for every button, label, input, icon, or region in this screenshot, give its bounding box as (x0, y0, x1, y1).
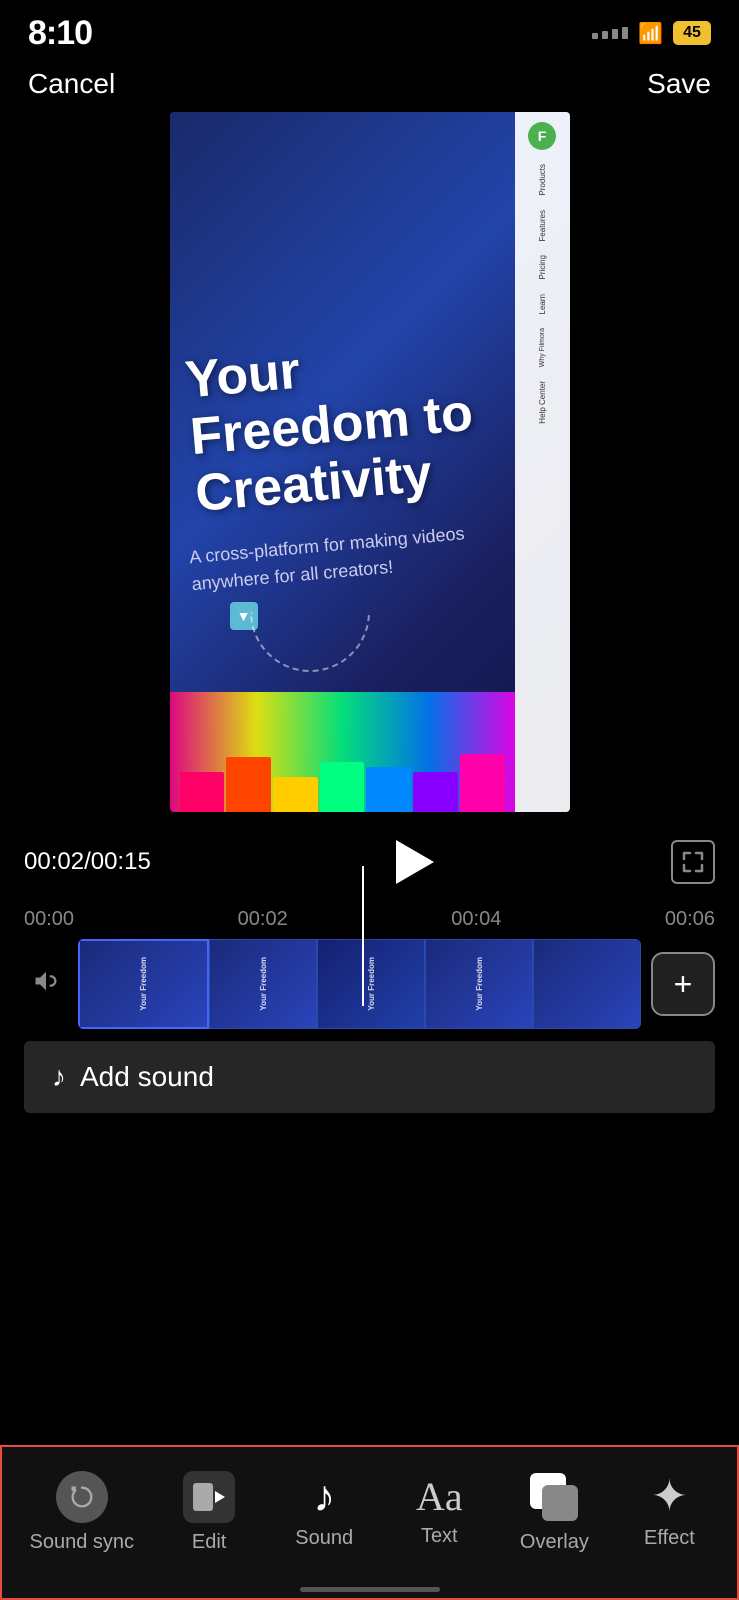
ruler-mark-0: 00:00 (24, 908, 74, 931)
home-indicator (300, 1587, 440, 1592)
edit-icon (183, 1471, 235, 1523)
sidebar-nav-help: Help Center (538, 377, 547, 428)
video-sidebar: F Products Features Pricing Learn Why Fi… (515, 112, 570, 812)
separator: / (84, 848, 91, 875)
color-bars (170, 752, 515, 812)
sidebar-nav-learn: Learn (538, 290, 547, 318)
toolbar-label-edit: Edit (192, 1531, 226, 1554)
timeline-section: 00:02/00:15 00:00 00:02 00:04 00:06 (0, 812, 739, 1113)
cancel-button[interactable]: Cancel (28, 68, 115, 100)
video-subtitle: A cross-platform for making videos anywh… (188, 518, 497, 598)
fullscreen-icon (681, 850, 705, 874)
wifi-icon: 📶 (638, 21, 663, 46)
video-title: Your Freedom to Creativity (183, 326, 502, 523)
sound-icon: ♪ (313, 1475, 335, 1519)
top-nav: Cancel Save (0, 60, 739, 112)
track-frame-1: Your Freedom (209, 939, 317, 1029)
add-track-button[interactable]: + (651, 952, 715, 1016)
signal-dots-icon (592, 27, 628, 39)
toolbar-label-sound: Sound (295, 1527, 353, 1550)
toolbar-item-effect[interactable]: ✦ Effect (629, 1475, 709, 1550)
timecode: 00:02/00:15 (24, 848, 151, 876)
track-frame-selected: Your Freedom (78, 939, 209, 1029)
toolbar-item-sound-sync[interactable]: Sound sync (30, 1471, 135, 1554)
video-track[interactable]: Your Freedom Your Freedom Your Freedom Y… (78, 939, 641, 1029)
music-note-icon: ♪ (52, 1061, 66, 1093)
add-sound-label: Add sound (80, 1061, 214, 1093)
toolbar-label-overlay: Overlay (520, 1531, 589, 1554)
filmora-logo: F (528, 122, 556, 150)
save-button[interactable]: Save (647, 68, 711, 100)
sound-sync-icon (56, 1471, 108, 1523)
volume-icon (24, 967, 68, 1002)
status-time: 8:10 (28, 14, 92, 53)
toolbar-item-sound[interactable]: ♪ Sound (284, 1475, 364, 1550)
text-icon: Aa (416, 1477, 463, 1517)
status-icons: 📶 45 (592, 21, 711, 46)
track-frame-2: Your Freedom (317, 939, 425, 1029)
video-preview: Your Freedom to Creativity A cross-platf… (170, 112, 570, 812)
sidebar-nav-products: Products (538, 160, 547, 200)
status-bar: 8:10 📶 45 (0, 0, 739, 60)
fullscreen-button[interactable] (671, 840, 715, 884)
track-area: Your Freedom Your Freedom Your Freedom Y… (24, 935, 715, 1033)
ruler-mark-3: 00:06 (665, 908, 715, 931)
play-button[interactable] (381, 832, 441, 892)
ruler-mark-1: 00:02 (238, 908, 288, 931)
play-triangle-icon (396, 840, 434, 884)
battery-indicator: 45 (673, 21, 711, 45)
ruler-mark-2: 00:04 (451, 908, 501, 931)
sidebar-nav-features: Features (538, 206, 547, 246)
playback-controls: 00:02/00:15 (24, 822, 715, 902)
effect-icon: ✦ (651, 1475, 688, 1519)
sidebar-nav-why: Why Filmora (539, 324, 546, 371)
toolbar-item-text[interactable]: Aa Text (399, 1477, 479, 1548)
track-frame-3: Your Freedom (425, 939, 533, 1029)
overlay-icon (528, 1471, 580, 1523)
current-time: 00:02 (24, 848, 84, 875)
toolbar-label-effect: Effect (644, 1527, 695, 1550)
toolbar-label-sound-sync: Sound sync (30, 1531, 135, 1554)
add-sound-bar[interactable]: ♪ Add sound (24, 1041, 715, 1113)
total-time: 00:15 (91, 848, 151, 875)
bottom-toolbar: Sound sync Edit ♪ Sound Aa Text Overlay … (0, 1445, 739, 1600)
track-frame-4 (533, 939, 641, 1029)
toolbar-label-text: Text (421, 1525, 458, 1548)
sidebar-nav-pricing: Pricing (538, 251, 547, 283)
toolbar-item-overlay[interactable]: Overlay (514, 1471, 594, 1554)
toolbar-item-edit[interactable]: Edit (169, 1471, 249, 1554)
timeline-ruler: 00:00 00:02 00:04 00:06 (24, 902, 715, 935)
